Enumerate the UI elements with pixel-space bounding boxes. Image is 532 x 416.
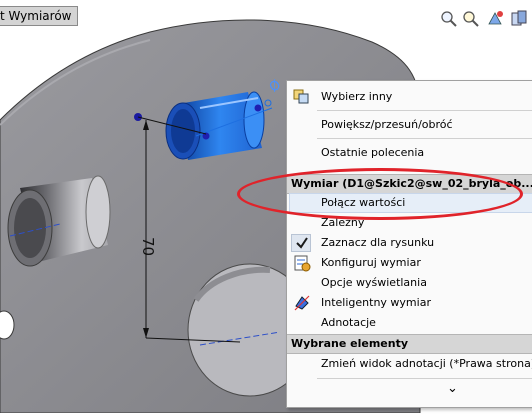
context-menu: Wybierz inny Powiększ/przesuń/obróć Osta…: [286, 80, 532, 408]
menu-label: Wybierz inny: [321, 90, 393, 103]
selected-section-header: Wybrane elementy: [287, 334, 532, 354]
menu-separator: [317, 138, 532, 139]
previous-view-icon[interactable]: [486, 10, 504, 28]
menu-separator: [317, 110, 532, 111]
section-view-icon[interactable]: [510, 10, 528, 28]
menu-item-mark-for-drawing[interactable]: Zaznacz dla rysunku: [287, 233, 532, 253]
menu-item-change-annotation-view[interactable]: Zmień widok adnotacji (*Prawa strona): [287, 354, 532, 374]
menu-item-annotations[interactable]: Adnotacje: [287, 313, 532, 333]
menu-item-display-options[interactable]: Opcje wyświetlania: [287, 273, 532, 293]
menu-label: Zmień widok adnotacji (*Prawa strona): [321, 357, 532, 370]
property-tab[interactable]: t Wymiarów: [0, 6, 79, 26]
menu-label: Ostatnie polecenia: [321, 146, 425, 159]
heads-up-toolbar: [440, 10, 532, 30]
zoom-to-area-icon[interactable]: [462, 10, 480, 28]
menu-label: Konfiguruj wymiar: [321, 256, 421, 269]
menu-header-label: Wybrane elementy: [291, 337, 409, 350]
menu-label: Zaznacz dla rysunku: [321, 236, 435, 249]
checkmark-icon: [296, 237, 308, 249]
smart-dimension-icon: [294, 295, 310, 311]
dimension-value[interactable]: 70: [139, 237, 157, 256]
zoom-to-fit-icon[interactable]: [440, 10, 458, 28]
menu-expand-button[interactable]: ⌄: [287, 381, 532, 401]
menu-label: Adnotacje: [321, 316, 376, 329]
chevron-down-icon: ⌄: [447, 381, 458, 396]
menu-separator: [317, 378, 532, 379]
menu-item-select-other[interactable]: Wybierz inny: [287, 87, 532, 107]
menu-label: Opcje wyświetlania: [321, 276, 427, 289]
red-annotation-ellipse: [237, 168, 523, 220]
menu-item-smart-dimension[interactable]: Inteligentny wymiar: [287, 293, 532, 313]
graphics-area[interactable]: Ø 70 t Wymiarów Wybierz inny Powiększ/pr…: [0, 0, 532, 414]
select-other-icon: [293, 89, 309, 104]
menu-item-recent-commands[interactable]: Ostatnie polecenia: [287, 143, 532, 163]
menu-label: Inteligentny wymiar: [321, 296, 431, 309]
menu-item-zoom-pan-rotate[interactable]: Powiększ/przesuń/obróć: [287, 115, 532, 135]
menu-item-configure-dimension[interactable]: Konfiguruj wymiar: [287, 253, 532, 273]
configure-dimension-icon: [294, 255, 311, 272]
menu-label: Powiększ/przesuń/obróć: [321, 118, 453, 131]
